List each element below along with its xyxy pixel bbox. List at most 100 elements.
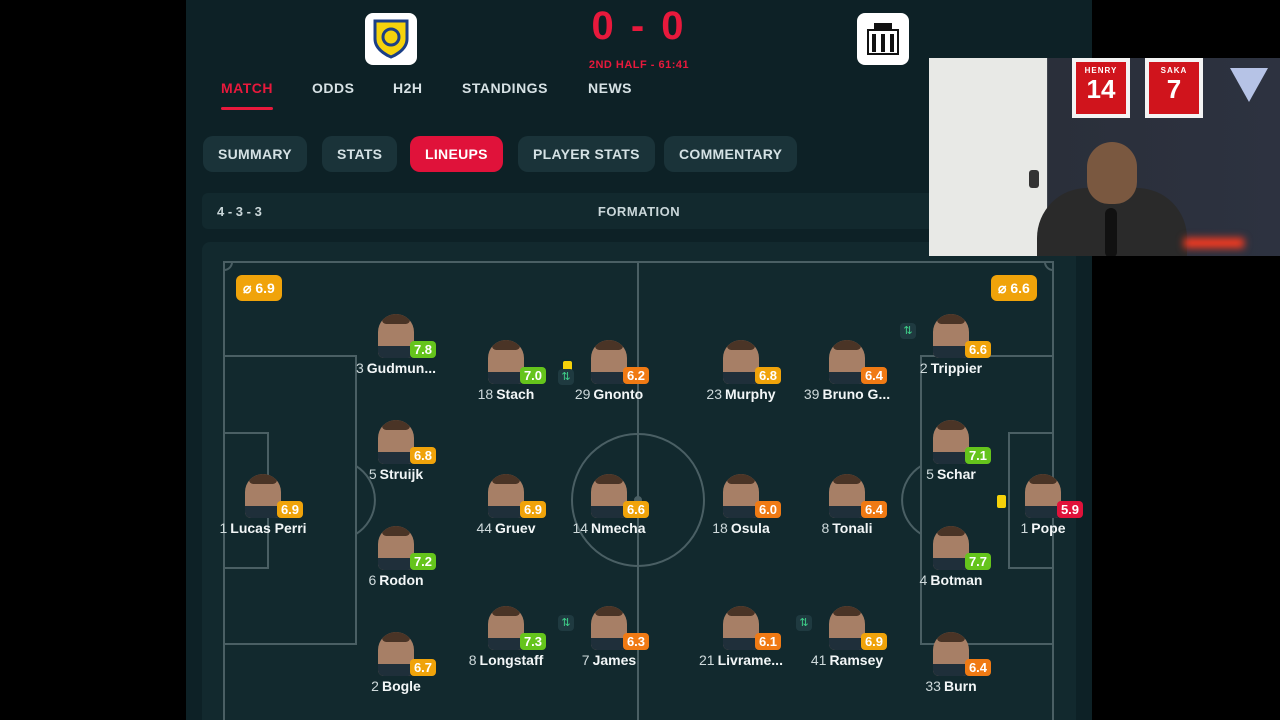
tab-standings[interactable]: STANDINGS [462,80,548,96]
tab-h2h[interactable]: H2H [393,80,423,96]
player-photo [488,606,524,650]
player-name: Ramsey [829,652,884,668]
player-name: James [592,652,637,668]
player-rating-badge: 6.9 [520,501,546,518]
player-photo [933,314,969,358]
webcam-door [929,58,1047,256]
player-number: 3 [355,360,364,376]
player-card[interactable]: 6.2 ⇅ 29 Gnonto [544,340,674,412]
player-card[interactable]: 6.6 14 Nmecha [544,474,674,546]
player-name: Rodon [379,572,424,588]
player-label: 39 Bruno G... [782,386,912,402]
player-name: Nmecha [591,520,646,536]
webcam-door-knob [1029,170,1039,188]
player-photo [378,314,414,358]
player-photo [829,606,865,650]
substitution-icon: ⇅ [796,615,812,631]
player-number: 2 [371,678,379,694]
player-rating-badge: 6.8 [755,367,781,384]
player-label: 1 Lucas Perri [198,520,328,536]
player-photo [591,340,627,384]
player-card[interactable]: 6.6 ⇅ 2 Trippier [886,314,1016,386]
player-rating-badge: 6.3 [623,633,649,650]
tab-news[interactable]: NEWS [588,80,632,96]
player-number: 1 [219,520,228,536]
tab-match[interactable]: MATCH [221,80,274,110]
player-label: 2 Bogle [331,678,461,694]
player-name: Longstaff [479,652,544,668]
player-photo [723,606,759,650]
player-number: 1 [1020,520,1029,536]
substitution-icon: ⇅ [900,323,916,339]
player-photo [378,420,414,464]
player-rating-badge: 7.2 [410,553,436,570]
player-rating-badge: 6.0 [755,501,781,518]
player-rating-badge: 5.9 [1057,501,1083,518]
player-name: Schar [936,466,976,482]
player-card[interactable]: 6.9 1 Lucas Perri [198,474,328,546]
player-number: 8 [468,652,477,668]
player-label: 4 Botman [886,572,1016,588]
score: 0 - 0 [591,4,687,48]
led-glow [1184,238,1244,248]
player-name: Botman [930,572,983,588]
player-photo [933,526,969,570]
player-photo [829,474,865,518]
substitution-icon: ⇅ [558,615,574,631]
player-rating-badge: 6.9 [861,633,887,650]
player-rating-badge: 6.7 [410,659,436,676]
player-number: 18 [712,520,728,536]
tab-odds[interactable]: ODDS [312,80,354,96]
player-number: 6 [368,572,377,588]
player-label: 1 Pope [978,520,1092,536]
player-number: 4 [919,572,928,588]
player-label: 29 Gnonto [544,386,674,402]
player-name: Bogle [381,678,421,694]
player-name: Murphy [725,386,776,402]
player-photo [933,632,969,676]
player-photo [829,340,865,384]
player-photo [723,340,759,384]
player-number: 23 [706,386,722,402]
webcam-overlay: HENRY 14 SAKA 7 [929,58,1280,256]
player-number: 18 [477,386,494,402]
player-photo [488,474,524,518]
player-number: 5 [926,466,934,482]
player-name: Struijk [379,466,424,482]
player-rating-badge: 6.4 [861,367,887,384]
player-number: 21 [699,652,715,668]
player-photo [723,474,759,518]
subtab-stats[interactable]: STATS [322,136,398,172]
subtab-summary[interactable]: SUMMARY [203,136,307,172]
player-photo [245,474,281,518]
player-number: 44 [476,520,493,536]
player-label: 6 Rodon [331,572,461,588]
player-card[interactable]: 6.3 ⇅ 7 James [544,606,674,678]
player-name: Trippier [930,360,983,376]
player-rating-badge: 6.2 [623,367,649,384]
player-rating-badge: 6.9 [277,501,303,518]
player-number: 7 [581,652,590,668]
streamer-head [1087,142,1137,204]
player-rating-badge: 6.8 [410,447,436,464]
subtab-player-stats[interactable]: PLAYER STATS [518,136,655,172]
player-photo [378,632,414,676]
player-number: 41 [810,652,827,668]
player-name: Osula [730,520,770,536]
player-name: Livrame... [717,652,783,668]
player-card[interactable]: 6.4 33 Burn [886,632,1016,704]
player-rating-badge: 6.6 [623,501,649,518]
player-photo [591,474,627,518]
player-label: 14 Nmecha [544,520,674,536]
subtab-commentary[interactable]: COMMENTARY [664,136,798,172]
player-photo [488,340,524,384]
player-number: 8 [821,520,830,536]
player-card[interactable]: 5.9 1 Pope [978,474,1092,546]
player-number: 5 [368,466,377,482]
player-name: Gruev [495,520,536,536]
subtab-lineups[interactable]: LINEUPS [410,136,503,172]
player-label: 33 Burn [886,678,1016,694]
webcam-jersey-saka: SAKA 7 [1145,58,1203,118]
player-photo [1025,474,1061,518]
player-rating-badge: 6.4 [861,501,887,518]
